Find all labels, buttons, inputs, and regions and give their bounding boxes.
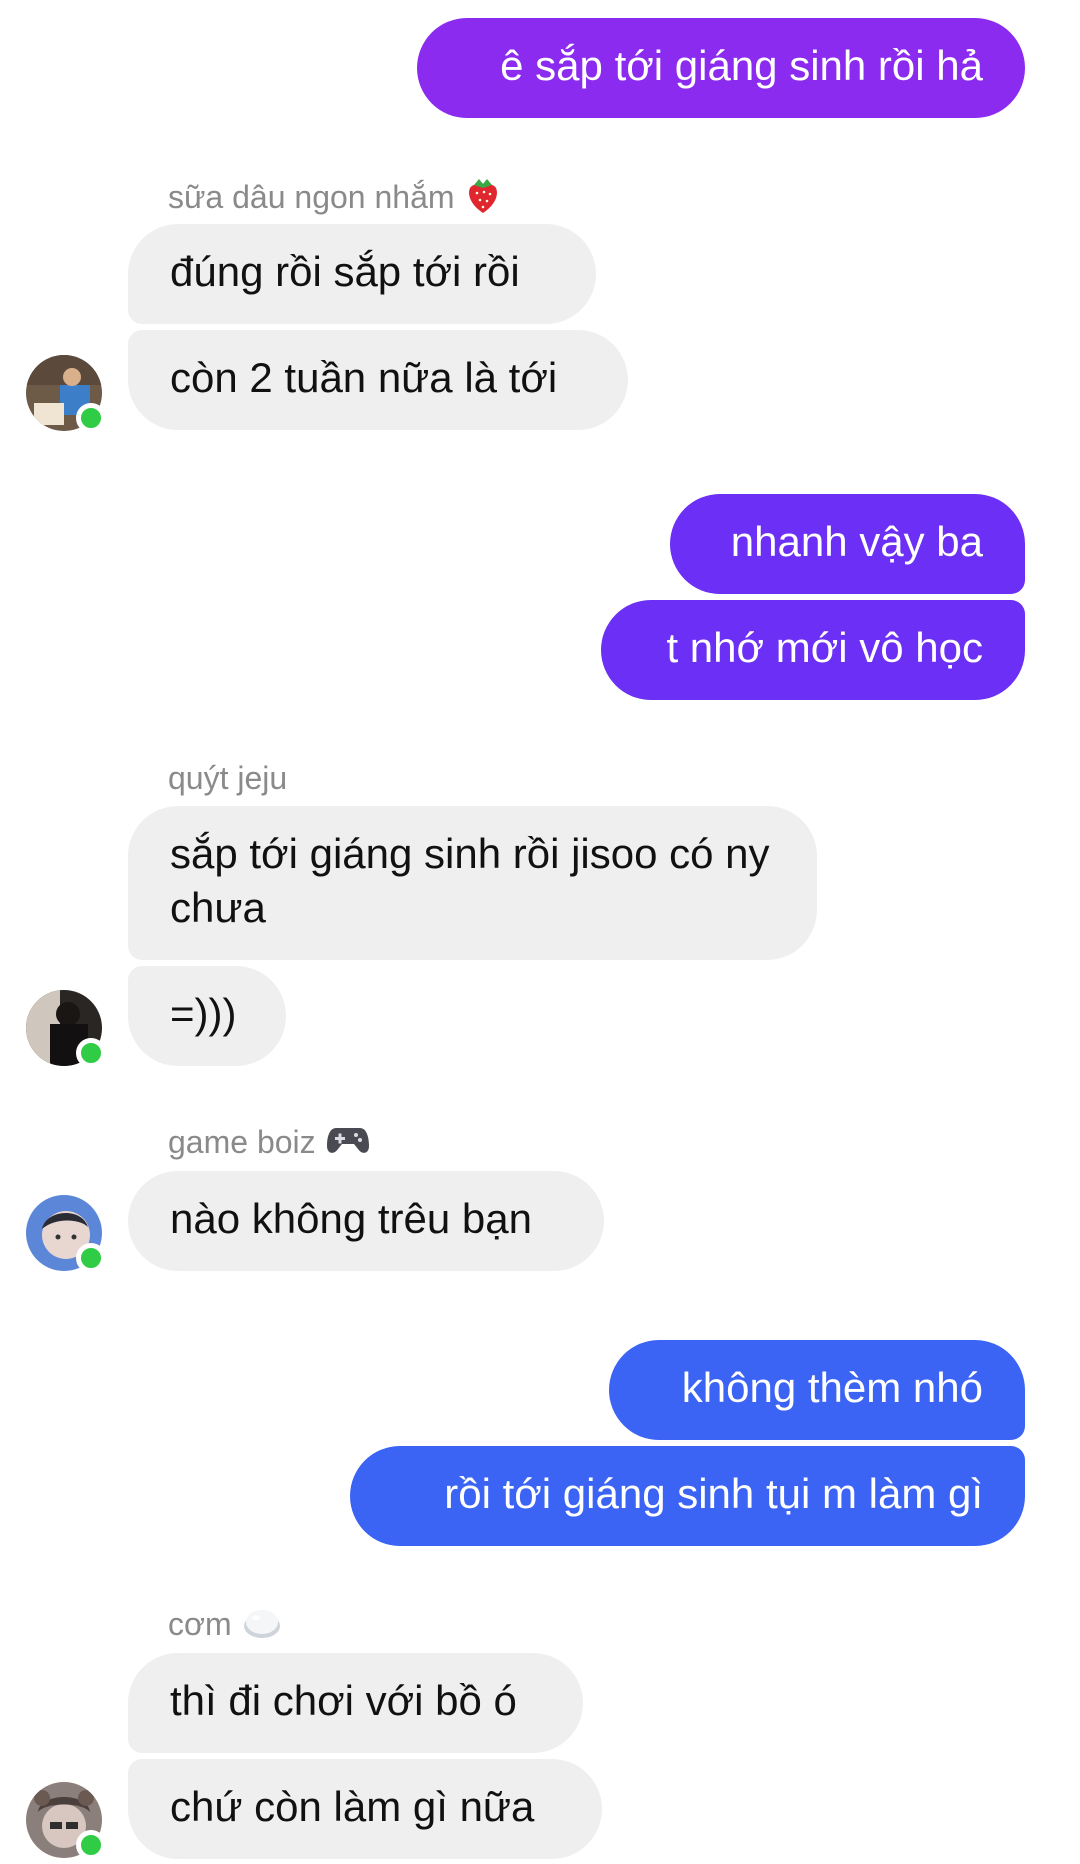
avatar[interactable] <box>26 1195 106 1273</box>
game-controller-icon <box>326 1122 370 1167</box>
incoming-message[interactable]: chứ còn làm gì nữa <box>128 1759 602 1859</box>
online-status-indicator <box>76 403 106 433</box>
online-status-indicator <box>76 1830 106 1860</box>
strawberry-icon <box>465 175 501 224</box>
incoming-message[interactable]: =))) <box>128 966 286 1066</box>
sender-name-text: cơm <box>168 1606 232 1642</box>
avatar[interactable] <box>26 1782 106 1860</box>
avatar[interactable] <box>26 355 106 433</box>
outgoing-message[interactable]: nhanh vậy ba <box>670 494 1025 594</box>
outgoing-message[interactable]: rồi tới giáng sinh tụi m làm gì <box>350 1446 1025 1546</box>
incoming-message[interactable]: còn 2 tuần nữa là tới <box>128 330 628 430</box>
avatar[interactable] <box>26 990 106 1068</box>
outgoing-message[interactable]: ê sắp tới giáng sinh rồi hả <box>417 18 1025 118</box>
incoming-message[interactable]: đúng rồi sắp tới rồi <box>128 224 596 324</box>
sender-name-text: sữa dâu ngon nhắm <box>168 178 455 215</box>
outgoing-message[interactable]: không thèm nhó <box>609 1340 1025 1440</box>
sender-name: cơm <box>168 1604 282 1649</box>
sender-name: game boiz <box>168 1122 370 1167</box>
incoming-message[interactable]: sắp tới giáng sinh rồi jisoo có ny chưa <box>128 806 817 960</box>
sender-name: quýt jeju <box>168 758 287 798</box>
sender-name: sữa dâu ngon nhắm <box>168 175 501 224</box>
incoming-message[interactable]: thì đi chơi với bồ ó <box>128 1653 583 1753</box>
incoming-message[interactable]: nào không trêu bạn <box>128 1171 604 1271</box>
rice-ball-icon <box>242 1604 282 1649</box>
sender-name-text: game boiz <box>168 1124 316 1160</box>
outgoing-message[interactable]: t nhớ mới vô học <box>601 600 1025 700</box>
chat-thread[interactable]: ê sắp tới giáng sinh rồi hả sữa dâu ngon… <box>0 0 1080 1864</box>
online-status-indicator <box>76 1038 106 1068</box>
sender-name-text: quýt jeju <box>168 760 288 796</box>
online-status-indicator <box>76 1243 106 1273</box>
